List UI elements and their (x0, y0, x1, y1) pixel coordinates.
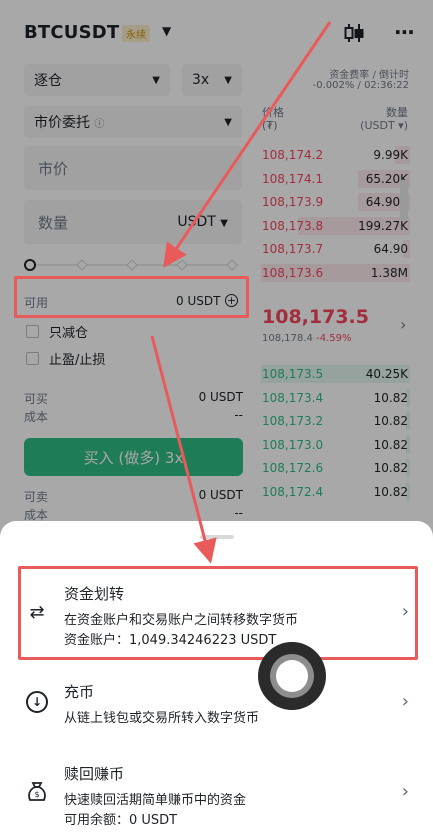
arrow-to-available (163, 21, 332, 268)
arrow-to-transfer (150, 335, 217, 564)
annotation-arrows (150, 21, 332, 564)
trading-screen: BTCUSDT 永续 ▼ ··· 逐仓 ▼ 3x ▼ 市价委托 ⓘ ▼ 市价 数… (0, 0, 433, 837)
assistive-touch-ring (270, 654, 314, 698)
assistive-touch-button[interactable] (258, 642, 326, 710)
assistive-touch-core (276, 660, 308, 692)
